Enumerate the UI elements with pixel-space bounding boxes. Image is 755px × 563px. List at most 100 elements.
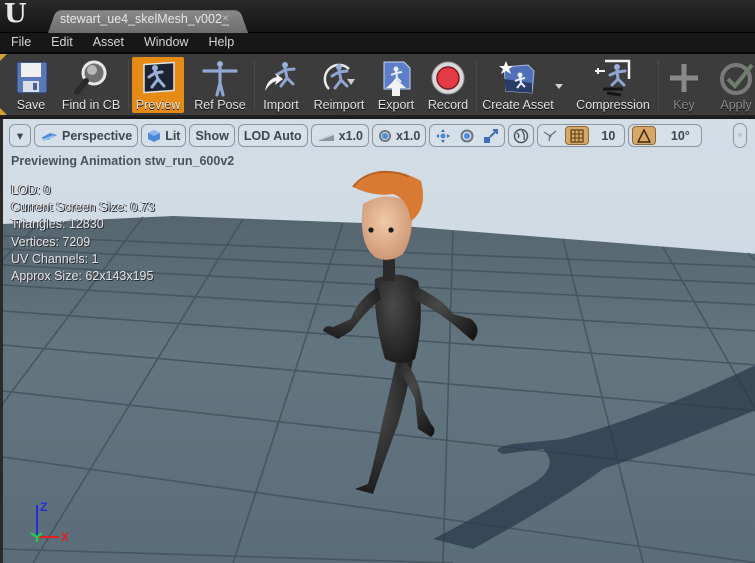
playback-speed-button[interactable]: x1.0 [310, 124, 370, 147]
transform-tools-group [429, 124, 506, 147]
compression-label: Compression [576, 98, 650, 112]
key-label: Key [673, 98, 695, 112]
magnifier-icon [71, 59, 111, 97]
menu-file[interactable]: File [0, 32, 41, 53]
save-label: Save [16, 98, 46, 112]
stat-vertices: Vertices: 7209 [11, 234, 91, 249]
lit-label: Lit [165, 128, 181, 143]
record-label: Record [427, 98, 469, 112]
compression-button[interactable]: Compression [574, 57, 652, 113]
viewport-options-button[interactable]: ▾ [9, 124, 31, 147]
lit-cube-icon [148, 129, 161, 142]
camera-rotate-icon [379, 129, 392, 142]
grid-snap-toggle[interactable] [565, 126, 590, 145]
stat-approx-size: Approx Size: 62x143x195 [11, 269, 154, 284]
rotation-snap-group: 10° [628, 124, 703, 147]
stat-triangles: Triangles: 12830 [11, 217, 104, 232]
ref-pose-button[interactable]: Ref Pose [192, 57, 248, 113]
compression-icon [593, 59, 633, 97]
record-circle-icon [428, 59, 468, 97]
rotate-tool-icon[interactable] [459, 128, 475, 144]
menu-window[interactable]: Window [134, 32, 198, 53]
viewport-expand-button[interactable]: » [733, 123, 747, 148]
export-button[interactable]: Export [374, 57, 418, 113]
globe-icon [514, 128, 529, 143]
camera-speed-label: x1.0 [396, 128, 421, 143]
export-arrow-icon [376, 59, 416, 97]
toolbar-corner-marker [0, 54, 7, 61]
toolbar-separator [658, 60, 659, 110]
reimport-label: Reimport [313, 98, 365, 112]
dropdown-arrow-icon: ▾ [16, 129, 24, 143]
viewport-toolbar: ▾ Perspective Lit Show LOD Auto x1.0 x1.… [9, 124, 703, 148]
rotation-snap-toggle[interactable] [632, 126, 657, 145]
surface-snap-icon[interactable] [541, 128, 559, 144]
plus-icon [664, 59, 704, 97]
preview-button[interactable]: Preview [132, 57, 184, 113]
coordinate-system-button[interactable] [508, 124, 535, 147]
stat-screen-size: Current Screen Size: 0.73 [11, 200, 155, 215]
grid-snap-value[interactable]: 10 [595, 125, 621, 146]
main-toolbar: Save Find in CB Preview Ref Pose Import … [0, 54, 755, 117]
save-button[interactable]: Save [8, 57, 54, 113]
apply-button[interactable]: Apply [714, 57, 755, 113]
preview-running-figure-icon [138, 59, 178, 97]
view-mode-perspective-button[interactable]: Perspective [34, 124, 139, 147]
toolbar-separator [254, 60, 255, 110]
preview-animation-title: Previewing Animation stw_run_600v2 [11, 154, 235, 168]
rotation-snap-value[interactable]: 10° [662, 125, 698, 146]
export-label: Export [377, 98, 415, 112]
stat-uv-channels: UV Channels: 1 [11, 251, 99, 266]
create-asset-button[interactable]: Create Asset [482, 57, 554, 113]
grid-icon [570, 128, 584, 143]
find-in-cb-label: Find in CB [61, 98, 121, 112]
z-axis-label: Z [40, 500, 47, 514]
apply-label: Apply [720, 98, 752, 112]
perspective-camera-icon [41, 132, 57, 141]
camera-speed-button[interactable]: x1.0 [372, 124, 427, 147]
create-asset-dropdown-arrow-icon[interactable] [555, 84, 563, 89]
find-in-cb-button[interactable]: Find in CB [60, 57, 122, 113]
ref-pose-label: Ref Pose [194, 98, 246, 112]
menu-edit[interactable]: Edit [41, 32, 83, 53]
preview-label: Preview [135, 98, 181, 112]
import-label: Import [263, 98, 299, 112]
title-bar: U stewart_ue4_skelMesh_v002_ × [0, 0, 755, 34]
x-axis-label: X [61, 530, 69, 544]
create-asset-label: Create Asset [482, 98, 554, 112]
t-pose-figure-icon [200, 59, 240, 97]
grid-snap-group: 10 [537, 124, 626, 147]
reimport-figure-icon [319, 59, 359, 97]
reimport-button[interactable]: Reimport [312, 57, 366, 113]
menu-asset[interactable]: Asset [83, 32, 134, 53]
axis-gizmo: Z X [23, 497, 83, 552]
preview-viewport[interactable]: ▾ Perspective Lit Show LOD Auto x1.0 x1.… [0, 119, 755, 563]
translate-tool-icon[interactable] [435, 128, 451, 144]
toolbar-corner-marker [0, 108, 7, 115]
checkmark-icon [716, 59, 755, 97]
import-button[interactable]: Import [258, 57, 304, 113]
mesh-stats: LOD: 0 Current Screen Size: 0.73 Triangl… [11, 182, 155, 285]
import-figure-icon [261, 59, 301, 97]
menu-help[interactable]: Help [198, 32, 244, 53]
playback-speed-label: x1.0 [338, 128, 364, 143]
document-tab-label[interactable]: stewart_ue4_skelMesh_v002_ [60, 12, 229, 26]
stat-lod: LOD: 0 [11, 183, 51, 197]
toolbar-separator [476, 60, 477, 110]
lod-label: LOD Auto [243, 128, 302, 143]
unreal-logo-icon: U [4, 0, 27, 29]
toolbar-separator [128, 60, 129, 110]
show-flags-button[interactable]: Show [189, 124, 235, 147]
scale-tool-icon[interactable] [483, 128, 499, 144]
record-button[interactable]: Record [426, 57, 470, 113]
floppy-disk-icon [11, 59, 51, 97]
lighting-mode-button[interactable]: Lit [141, 124, 187, 147]
show-label: Show [195, 128, 229, 143]
perspective-label: Perspective [62, 128, 133, 143]
lod-button[interactable]: LOD Auto [237, 124, 308, 147]
playback-speed-icon [317, 133, 334, 141]
key-button[interactable]: Key [664, 57, 704, 113]
close-tab-icon[interactable]: × [222, 11, 229, 25]
create-asset-icon [498, 59, 538, 97]
angle-icon [637, 128, 652, 143]
